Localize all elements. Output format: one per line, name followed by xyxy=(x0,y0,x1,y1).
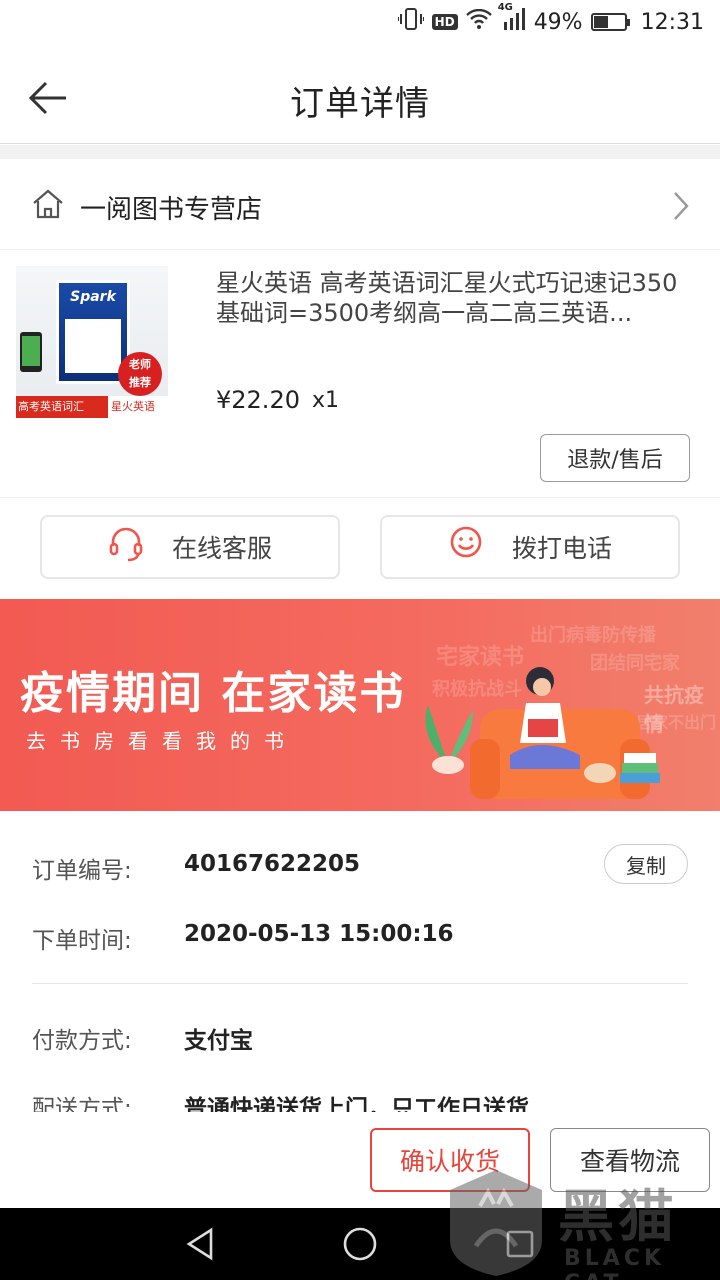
teacher-recommend-badge: 老师 推荐 xyxy=(118,352,162,396)
vibrate-icon xyxy=(396,8,425,36)
banner-headline: 疫情期间 在家读书 xyxy=(20,668,406,719)
badge-line-1: 老师 xyxy=(129,358,151,371)
clock: 12:31 xyxy=(640,9,704,35)
online-service-label: 在线客服 xyxy=(171,534,272,563)
product-row: Spark 老师 推荐 高考英语词汇 星火英语 星火英语 高考英语词汇星火式巧记… xyxy=(0,250,720,498)
nav-back-button[interactable] xyxy=(180,1224,220,1264)
refund-button[interactable]: 退款/售后 xyxy=(540,434,690,482)
plant-illustration xyxy=(425,705,473,774)
promo-banner[interactable]: 宅家读书 出门病毒防传播 团结同宅家 共抗疫情 积极抗战斗 居家不出门 疫情期间… xyxy=(0,599,720,811)
strip-right-text: 星火英语 xyxy=(108,396,168,418)
order-info: 订单编号: 40167622205 复制 下单时间: 2020-05-13 15… xyxy=(0,811,720,1122)
call-phone-button[interactable]: 拨打电话 xyxy=(380,515,680,579)
strip-left-text: 高考英语词汇 xyxy=(18,400,84,413)
order-number: 40167622205 xyxy=(184,851,361,877)
book-page-graphic xyxy=(65,319,121,373)
product-quantity: x1 xyxy=(312,388,340,413)
nav-home-button[interactable] xyxy=(340,1224,380,1264)
status-bar: HD 4G 49% 12:31 xyxy=(0,0,720,52)
banner-subline: 去书房看看我的书 xyxy=(26,729,298,753)
cat-logo-icon xyxy=(450,1170,542,1276)
badge-line-2: 推荐 xyxy=(129,376,151,389)
store-row[interactable]: 一阅图书专营店 xyxy=(0,159,720,250)
order-number-label: 订单编号: xyxy=(32,858,132,884)
circle-home-icon xyxy=(343,1227,377,1261)
headset-icon xyxy=(108,526,144,568)
book-brand: Spark xyxy=(70,289,116,305)
signal-icon: 4G xyxy=(498,2,526,36)
page-title: 订单详情 xyxy=(290,84,430,124)
section-divider xyxy=(0,145,720,159)
battery-percent: 49% xyxy=(533,9,583,35)
network-type: 4G xyxy=(497,2,513,13)
online-service-button[interactable]: 在线客服 xyxy=(40,515,340,579)
order-time-label: 下单时间: xyxy=(32,928,132,954)
hd-badge: HD xyxy=(431,14,458,30)
product-title[interactable]: 星火英语 高考英语词汇星火式巧记速记350基础词=3500考纲高一高二高三英语.… xyxy=(216,268,696,328)
service-row: 在线客服 拨打电话 xyxy=(0,499,720,599)
wifi-icon xyxy=(465,8,492,35)
thumbnail-strip: 高考英语词汇 星火英语 xyxy=(16,396,168,418)
smile-icon xyxy=(448,526,484,568)
call-phone-label: 拨打电话 xyxy=(511,534,612,563)
battery-icon xyxy=(590,13,630,31)
payment-method-label: 付款方式: xyxy=(32,1028,132,1054)
product-price: ¥22.20 xyxy=(216,386,300,414)
order-time: 2020-05-13 15:00:16 xyxy=(184,921,454,947)
black-cat-watermark: 黑猫 BLACK CAT xyxy=(446,1166,716,1280)
app-header: 订单详情 xyxy=(0,52,720,144)
books-illustration xyxy=(620,753,660,783)
store-name: 一阅图书专营店 xyxy=(80,195,263,225)
store-icon xyxy=(32,189,64,223)
banner-bg-word: 出门病毒防传播 xyxy=(530,625,656,646)
payment-method: 支付宝 xyxy=(184,1028,253,1054)
phone-graphic xyxy=(20,332,42,372)
chevron-right-icon xyxy=(672,191,690,225)
divider xyxy=(32,983,688,984)
watermark-text: 黑猫 xyxy=(558,1185,678,1250)
copy-button[interactable]: 复制 xyxy=(604,844,688,884)
product-thumbnail[interactable]: Spark 老师 推荐 高考英语词汇 星火英语 xyxy=(16,266,168,418)
triangle-back-icon xyxy=(186,1227,213,1261)
watermark-subtext: BLACK CAT xyxy=(564,1246,666,1280)
